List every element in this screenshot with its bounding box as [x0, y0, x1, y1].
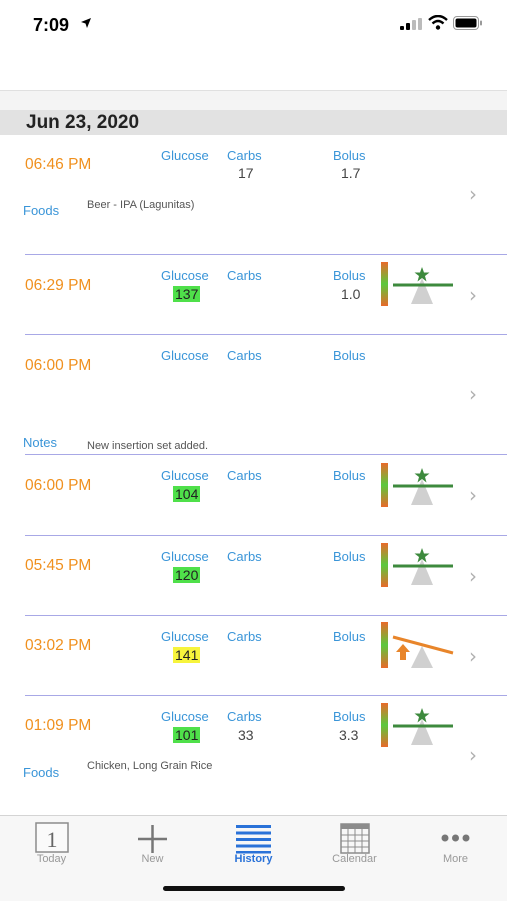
history-entry-row[interactable]: 06:00 PM Glucose Carbs Bolus Notes New i… [0, 335, 507, 454]
foods-text: Chicken, Long Grain Rice [87, 760, 213, 772]
history-entry-row[interactable]: 06:29 PM Glucose Carbs Bolus 137 1.0 › [0, 255, 507, 334]
chevron-right-icon: › [469, 564, 477, 588]
calendar-grid-icon [340, 823, 370, 854]
foods-text: Beer - IPA (Lagunitas) [87, 199, 195, 211]
entry-time: 05:45 PM [25, 557, 92, 574]
carbs-label: Carbs [227, 268, 262, 283]
notes-label: Notes [23, 435, 57, 450]
more-dots-icon [441, 834, 470, 842]
bolus-label: Bolus [333, 148, 366, 163]
bolus-value: 3.3 [339, 727, 359, 743]
tab-history[interactable]: History [203, 816, 304, 876]
glucose-label: Glucose [161, 709, 209, 724]
foods-label: Foods [23, 203, 60, 218]
carbs-label: Carbs [227, 148, 262, 163]
carbs-value: 33 [238, 727, 254, 743]
glucose-value: 141 [173, 647, 201, 663]
bolus-label: Bolus [333, 629, 366, 644]
carbs-label: Carbs [227, 549, 262, 564]
chevron-right-icon: › [469, 382, 477, 406]
tilted-scale-icon [381, 622, 454, 668]
tab-calendar[interactable]: Calendar [304, 816, 405, 876]
battery-icon [453, 16, 482, 30]
glucose-label: Glucose [161, 148, 209, 163]
glucose-value: 137 [173, 286, 201, 302]
glucose-label: Glucose [161, 629, 209, 644]
cellular-signal-icon [400, 18, 422, 30]
history-entry-row[interactable]: 05:45 PM Glucose Carbs Bolus 120 › [0, 536, 507, 615]
balanced-scale-icon [381, 543, 453, 587]
tab-label: Today [36, 853, 67, 865]
glucose-value: 120 [173, 567, 201, 583]
entry-time: 06:29 PM [25, 277, 92, 294]
home-indicator [163, 886, 345, 891]
glucose-label: Glucose [161, 348, 209, 363]
carbs-label: Carbs [227, 709, 262, 724]
history-entry-row[interactable]: 06:00 PM Glucose Carbs Bolus 104 › [0, 455, 507, 535]
glucose-value: 104 [173, 486, 201, 502]
plus-icon [138, 825, 167, 853]
glucose-value: 101 [173, 727, 201, 743]
date-section-header: Jun 23, 2020 [0, 110, 507, 135]
tab-label: Calendar [332, 853, 377, 865]
entry-time: 06:46 PM [25, 156, 92, 173]
foods-label: Foods [23, 765, 60, 780]
wifi-icon [428, 15, 448, 30]
date-header-text: Jun 23, 2020 [26, 112, 140, 133]
chevron-right-icon: › [469, 182, 477, 206]
location-arrow-icon [81, 18, 91, 28]
balanced-scale-icon [381, 703, 453, 747]
nav-bar [0, 50, 507, 91]
tab-today[interactable]: 1 Today [1, 816, 102, 876]
bolus-value: 1.7 [341, 165, 361, 181]
chevron-right-icon: › [469, 644, 477, 668]
bolus-label: Bolus [333, 268, 366, 283]
tab-more[interactable]: More [405, 816, 506, 876]
bolus-label: Bolus [333, 709, 366, 724]
history-entry-row[interactable]: 01:09 PM Glucose Carbs Bolus 101 33 3.3 … [0, 696, 507, 814]
status-bar: 7:09 [0, 0, 507, 50]
carbs-value: 17 [238, 165, 254, 181]
bolus-label: Bolus [333, 468, 366, 483]
today-day-number: 1 [47, 827, 58, 852]
status-time: 7:09 [33, 15, 70, 35]
tab-new[interactable]: New [102, 816, 203, 876]
balanced-scale-icon [381, 262, 453, 306]
entry-time: 06:00 PM [25, 477, 92, 494]
notes-text: New insertion set added. [87, 440, 209, 452]
entry-time: 03:02 PM [25, 637, 92, 654]
tab-label: History [234, 853, 273, 865]
history-entry-row[interactable]: 06:46 PM Glucose Carbs Bolus 17 1.7 Food… [0, 136, 507, 254]
list-icon [236, 825, 271, 854]
bolus-label: Bolus [333, 549, 366, 564]
tab-label: New [141, 853, 164, 865]
tab-label: More [442, 853, 469, 865]
chevron-right-icon: › [469, 743, 477, 767]
chevron-right-icon: › [469, 283, 477, 307]
carbs-label: Carbs [227, 629, 262, 644]
entry-time: 06:00 PM [25, 357, 92, 374]
glucose-label: Glucose [161, 268, 209, 283]
chevron-right-icon: › [469, 483, 477, 507]
section-gap [0, 91, 507, 110]
entry-time: 01:09 PM [25, 717, 92, 734]
bolus-value: 1.0 [341, 286, 361, 302]
glucose-label: Glucose [161, 549, 209, 564]
bolus-label: Bolus [333, 348, 366, 363]
balanced-scale-icon [381, 463, 453, 507]
carbs-label: Carbs [227, 468, 262, 483]
calendar-day-icon: 1 [35, 822, 69, 853]
glucose-label: Glucose [161, 468, 209, 483]
carbs-label: Carbs [227, 348, 262, 363]
history-entry-row[interactable]: 03:02 PM Glucose Carbs Bolus 141 › [0, 616, 507, 695]
